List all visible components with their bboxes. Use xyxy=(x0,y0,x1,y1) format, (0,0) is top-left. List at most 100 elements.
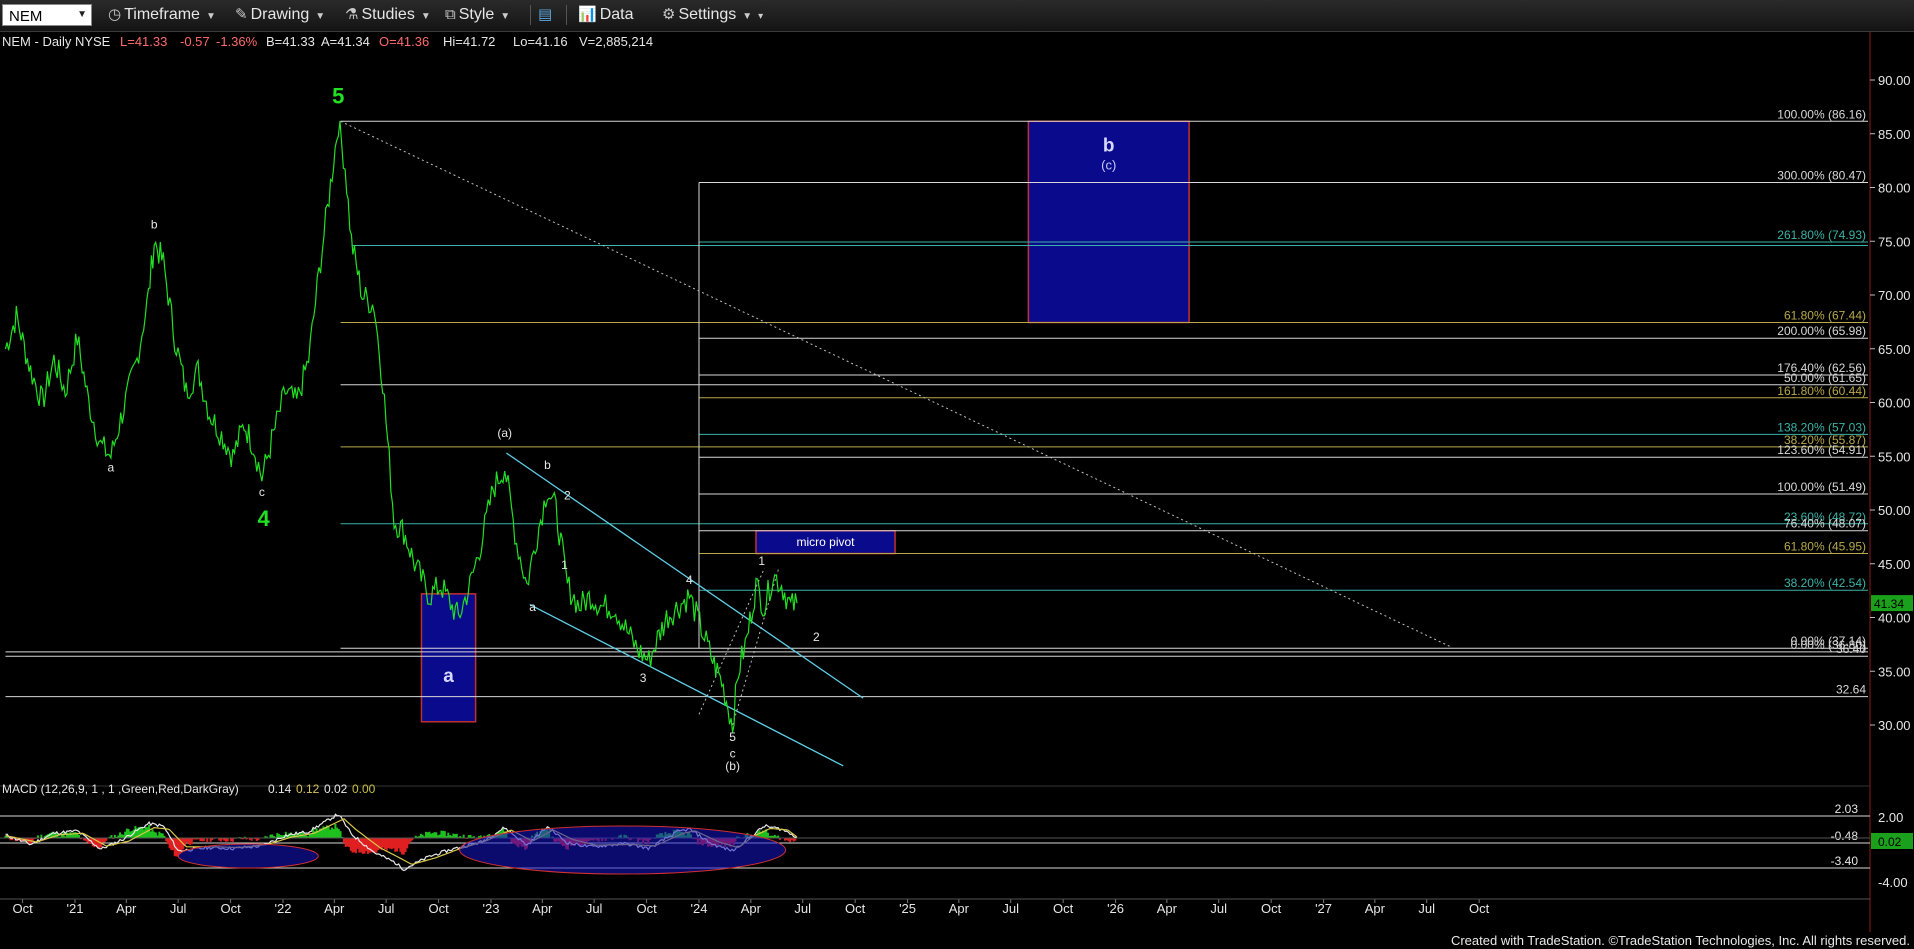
flask-icon: ⚗ xyxy=(345,6,359,23)
x-axis-label: Oct xyxy=(428,901,449,916)
x-axis-label: Jul xyxy=(586,901,603,916)
settings-button[interactable]: ⚙ Settings ▼ ▾ xyxy=(662,4,763,26)
fib-level-label: 161.80% (60.44) xyxy=(1777,384,1866,398)
price-tick-label: 30.00 xyxy=(1878,718,1911,733)
symbol-box[interactable]: ▼ xyxy=(2,4,92,27)
x-axis-label: Apr xyxy=(324,901,345,916)
fib-level-label: 61.80% (67.44) xyxy=(1784,309,1866,323)
x-axis-label: Jul xyxy=(1210,901,1227,916)
macd-last-label: 0.02 xyxy=(1878,835,1902,849)
micro-pivot-label: micro pivot xyxy=(797,535,856,549)
style-icon: ⧉ xyxy=(445,6,456,23)
header-field: -1.36% xyxy=(216,34,258,49)
fib-level-label: 100.00% (86.16) xyxy=(1777,107,1866,121)
x-axis-label: Jul xyxy=(1418,901,1435,916)
clock-icon: ◷ xyxy=(108,6,122,23)
layout-button[interactable]: ▤ xyxy=(538,4,555,26)
chevron-down-icon: ▼ xyxy=(315,11,326,22)
chart-area[interactable]: NEM - Daily NYSE L=41.33 -0.57 -1.36% B=41.3… xyxy=(0,32,1914,932)
macd-level-label: -3.40 xyxy=(1831,854,1859,868)
x-axis-label: '23 xyxy=(483,901,500,916)
macd-axis-label: 2.00 xyxy=(1878,810,1903,825)
chevron-down-icon: ▼ xyxy=(205,11,216,22)
wave-label: 5 xyxy=(332,84,344,109)
toolbar: ▼ ◷Timeframe ▼ ✎Drawing ▼ ⚗Studies ▼ ⧉Style… xyxy=(0,0,1914,32)
footer: Created with TradeStation. ©TradeStation… xyxy=(0,932,1914,949)
x-axis-label: Apr xyxy=(532,901,553,916)
header-field: L=41.33 xyxy=(120,34,167,49)
macd-value: 0.14 xyxy=(268,782,292,796)
fib-level-label: 300.00% (80.47) xyxy=(1777,168,1866,182)
price-tick-label: 85.00 xyxy=(1878,127,1911,142)
settings-label: Settings xyxy=(678,6,737,23)
chevron-down-icon: ▼ xyxy=(500,11,511,22)
box-a xyxy=(420,593,477,723)
header-field: V=2,885,214 xyxy=(579,34,653,49)
header-field: Lo=41.16 xyxy=(513,34,568,49)
box-b-sublabel: (c) xyxy=(1101,157,1116,172)
wave-label: b xyxy=(151,217,158,231)
x-axis-label: Oct xyxy=(1053,901,1074,916)
layout-icon: ▤ xyxy=(538,6,553,23)
symbol-dropdown-icon[interactable]: ▼ xyxy=(77,5,87,25)
macd-highlight-ellipse xyxy=(459,825,787,875)
x-axis-label: Apr xyxy=(1365,901,1386,916)
price-tick-label: 40.00 xyxy=(1878,611,1911,626)
price-tick-label: 70.00 xyxy=(1878,288,1911,303)
fib-level-label: 200.00% (65.98) xyxy=(1777,324,1866,338)
x-axis-label: Oct xyxy=(636,901,657,916)
macd-value: 0.12 xyxy=(296,782,320,796)
wave-label: 4 xyxy=(257,506,270,531)
x-axis-label: Apr xyxy=(949,901,970,916)
header-field: NEM - Daily NYSE xyxy=(2,34,111,49)
bar-chart-icon: 📊 xyxy=(578,6,597,23)
data-label: Data xyxy=(599,6,634,23)
wave-label: 1 xyxy=(758,554,765,568)
chevron-down-icon: ▼ xyxy=(420,11,431,22)
timeframe-button[interactable]: ◷ Timeframe ▼ xyxy=(108,4,216,26)
wave-label: 1 xyxy=(561,558,568,572)
wave-label: b xyxy=(544,458,551,472)
x-axis-label: Apr xyxy=(1157,901,1178,916)
x-axis-label: Jul xyxy=(1002,901,1019,916)
data-button[interactable]: 📊 Data xyxy=(578,4,633,26)
fib-level-label: 123.60% (54.91) xyxy=(1777,443,1866,457)
wave-label: c xyxy=(730,746,736,760)
price-tick-label: 75.00 xyxy=(1878,234,1911,249)
chevron-down-icon: ▼ xyxy=(742,11,753,22)
box-a-label: a xyxy=(443,666,454,687)
studies-button[interactable]: ⚗ Studies ▼ xyxy=(345,4,431,26)
style-label: Style xyxy=(458,6,495,23)
x-axis-label: Jul xyxy=(170,901,187,916)
macd-value: 0.02 xyxy=(324,782,348,796)
x-axis-label: Apr xyxy=(116,901,137,916)
box-b-label: b xyxy=(1103,135,1115,156)
header-field: -0.57 xyxy=(180,34,210,49)
price-tick-label: 60.00 xyxy=(1878,396,1911,411)
macd-highlight-ellipse xyxy=(177,843,319,869)
more-icon: ▾ xyxy=(758,11,764,22)
price-tick-label: 55.00 xyxy=(1878,449,1911,464)
x-axis-label: Oct xyxy=(1261,901,1282,916)
fib-level-label: 50.00% (61.65) xyxy=(1784,371,1866,385)
wave-label: 4 xyxy=(686,573,693,587)
pencil-icon: ✎ xyxy=(235,6,248,23)
toolbar-separator xyxy=(530,5,531,25)
drawing-button[interactable]: ✎ Drawing ▼ xyxy=(235,4,325,26)
x-axis-label: Jul xyxy=(794,901,811,916)
x-axis-label: Oct xyxy=(220,901,241,916)
fib-level-label: 38.20% (42.54) xyxy=(1784,576,1866,590)
fib-level-label: 61.80% (45.95) xyxy=(1784,540,1866,554)
header-field: A=41.34 xyxy=(321,34,370,49)
wave-label: a xyxy=(108,460,115,474)
macd-value: 0.00 xyxy=(352,782,376,796)
style-button[interactable]: ⧉ Style ▼ xyxy=(445,4,510,26)
studies-label: Studies xyxy=(361,6,415,23)
wave-label: 3 xyxy=(640,671,647,685)
price-tick-label: 50.00 xyxy=(1878,503,1911,518)
macd-level-label: -0.48 xyxy=(1831,829,1859,843)
macd-axis-label: -4.00 xyxy=(1878,875,1908,890)
symbol-input[interactable] xyxy=(7,5,71,27)
macd-level-label: 2.03 xyxy=(1835,802,1859,816)
price-tick-label: 80.00 xyxy=(1878,181,1911,196)
